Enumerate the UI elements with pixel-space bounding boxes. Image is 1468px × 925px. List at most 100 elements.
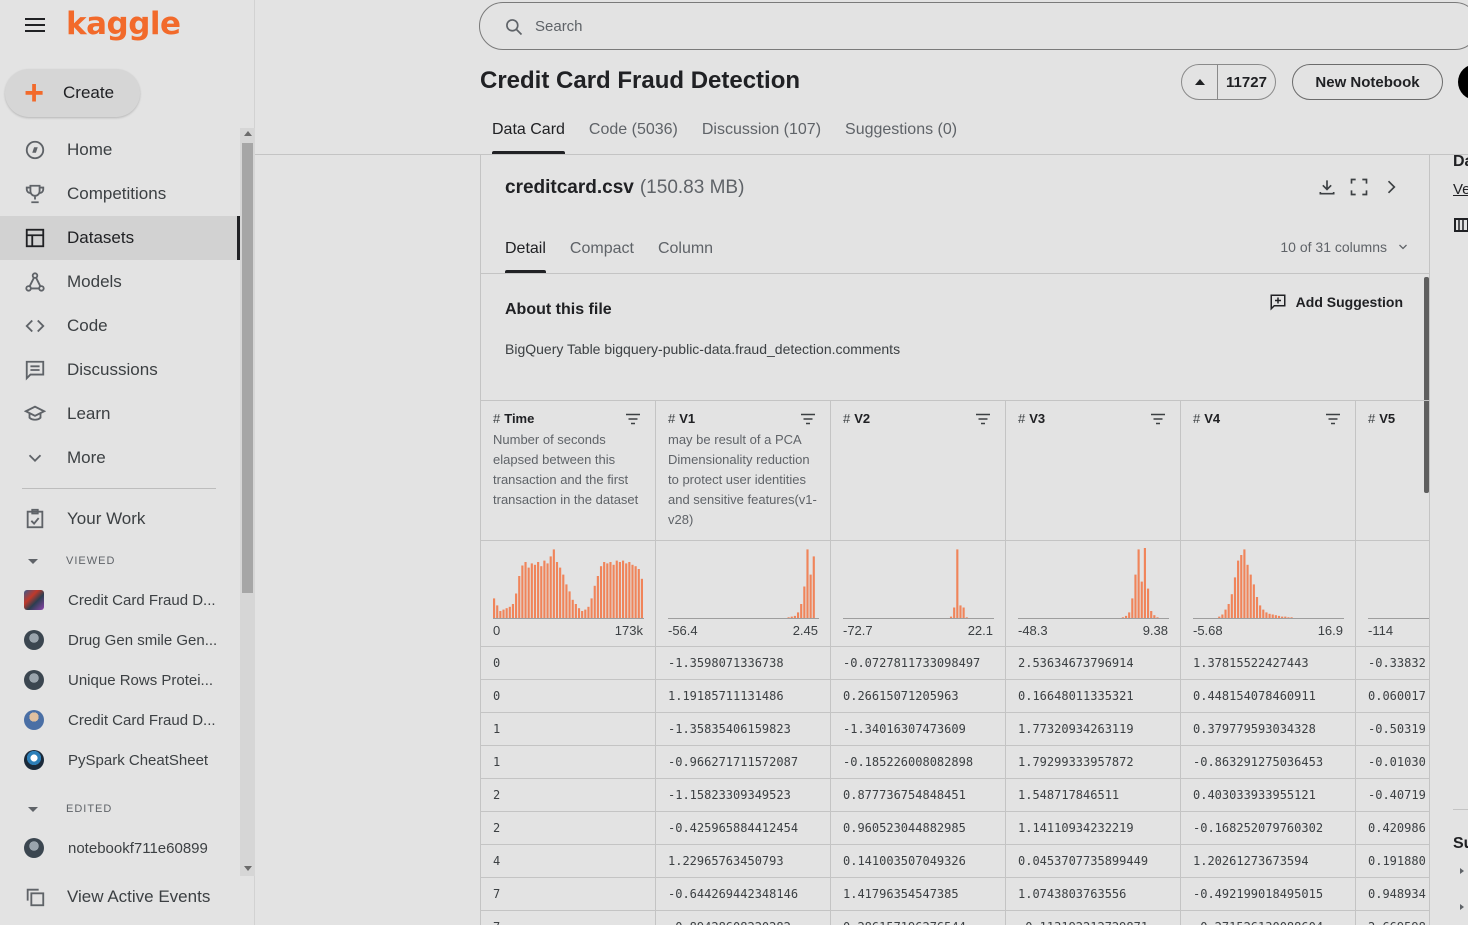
column-header[interactable]: # V1 may be result of a PCA Dimensionality…	[656, 400, 831, 540]
histogram-bar[interactable]	[593, 585, 596, 618]
edited-section-toggle[interactable]: EDITED	[28, 803, 112, 815]
table-cell[interactable]: -0.966271711572087	[656, 746, 831, 779]
histogram-bar[interactable]	[806, 549, 809, 618]
table-cell[interactable]: 4	[481, 845, 656, 878]
histogram-bar[interactable]	[524, 562, 527, 618]
histogram-bar[interactable]	[505, 608, 508, 618]
add-suggestion-button[interactable]: Add Suggestion	[1269, 293, 1403, 311]
histogram-bar[interactable]	[812, 556, 815, 618]
histogram-bar[interactable]	[1233, 577, 1237, 618]
table-cell[interactable]: 1	[481, 746, 656, 779]
histogram-bar[interactable]	[574, 604, 577, 618]
histogram-bar[interactable]	[959, 605, 962, 618]
histogram-bar[interactable]	[543, 560, 546, 618]
histogram-bar[interactable]	[809, 574, 812, 618]
histogram-bar[interactable]	[612, 564, 615, 618]
sidebar-item-models[interactable]: Models	[0, 260, 240, 304]
histogram-bar[interactable]	[1290, 617, 1293, 618]
new-notebook-button[interactable]: New Notebook	[1292, 64, 1443, 100]
histogram-bar[interactable]	[562, 574, 565, 618]
histogram-bar[interactable]	[587, 606, 590, 618]
table-cell[interactable]: -1.15823309349523	[656, 779, 831, 812]
table-cell[interactable]: -0.271526130088604	[1181, 911, 1356, 925]
table-cell[interactable]: 1.0743803763556	[1006, 878, 1181, 911]
table-cell[interactable]: -0.425965884412454	[656, 812, 831, 845]
histogram-bar[interactable]	[599, 566, 603, 618]
histogram-bar[interactable]	[1287, 617, 1290, 618]
table-cell[interactable]: -1.3598071336738	[656, 647, 831, 680]
tab-discussion[interactable]: Discussion (107)	[690, 116, 833, 154]
column-histogram[interactable]: -48.3 9.38	[1006, 540, 1181, 646]
table-cell[interactable]: 0.448154078460911	[1181, 680, 1356, 713]
table-cell[interactable]: 0.141003507049326	[831, 845, 1006, 878]
sidebar-item-home[interactable]: Home	[0, 128, 240, 172]
histogram-bar[interactable]	[1237, 560, 1240, 618]
upvote-count[interactable]: 11727	[1218, 74, 1275, 91]
sidebar-item-learn[interactable]: Learn	[0, 392, 240, 436]
table-cell[interactable]: -0.0727811733098497	[831, 647, 1006, 680]
histogram-bar[interactable]	[546, 563, 549, 618]
table-cell[interactable]: 0.191880	[1356, 845, 1429, 878]
histogram-bar[interactable]	[634, 566, 637, 618]
table-cell[interactable]: 0.379779593034328	[1181, 713, 1356, 746]
sidebar-item-competitions[interactable]: Competitions	[0, 172, 240, 216]
table-cell[interactable]: 1.548717846511	[1006, 779, 1181, 812]
histogram-bar[interactable]	[962, 607, 965, 619]
search-bar[interactable]: Search	[479, 2, 1468, 50]
histogram-bar[interactable]	[949, 616, 953, 618]
histogram-bar[interactable]	[1150, 611, 1153, 618]
histogram-bar[interactable]	[527, 567, 530, 618]
table-cell[interactable]: 0.420986	[1356, 812, 1429, 845]
histogram-bar[interactable]	[1156, 617, 1159, 618]
histogram-bar[interactable]	[1246, 564, 1249, 618]
histogram-bar[interactable]	[502, 609, 505, 618]
sidebar-item-discussions[interactable]: Discussions	[0, 348, 240, 392]
table-cell[interactable]: 1	[481, 713, 656, 746]
histogram-bar[interactable]	[1268, 613, 1271, 618]
histogram-bar[interactable]	[1227, 604, 1230, 618]
histogram-bar[interactable]	[1277, 615, 1281, 618]
histogram-bar[interactable]	[596, 576, 599, 618]
histogram-bar[interactable]	[568, 591, 571, 618]
tab-data-card[interactable]: Data Card	[480, 116, 577, 154]
histogram-bar[interactable]	[796, 612, 800, 618]
table-cell[interactable]: 0.060017	[1356, 680, 1429, 713]
right-panel-link[interactable]: Ve	[1453, 181, 1468, 198]
histogram-bar[interactable]	[621, 560, 625, 618]
table-cell[interactable]: 0.0453707735899449	[1006, 845, 1181, 878]
sidebar-item-datasets[interactable]: Datasets	[0, 216, 240, 260]
recent-item[interactable]: Drug Gen smile Gen...	[0, 620, 240, 660]
table-cell[interactable]: -0.168252079760302	[1181, 812, 1356, 845]
histogram-bar[interactable]	[537, 562, 540, 618]
table-cell[interactable]: 2.53634673796914	[1006, 647, 1181, 680]
histogram-bar[interactable]	[625, 563, 628, 618]
histogram-bar[interactable]	[565, 584, 568, 618]
table-cell[interactable]: 1.19185711131486	[656, 680, 831, 713]
table-cell[interactable]: 2	[481, 812, 656, 845]
menu-icon[interactable]	[25, 18, 45, 34]
histogram-bar[interactable]	[1153, 615, 1156, 618]
table-cell[interactable]: -0.644269442348146	[656, 878, 831, 911]
tab-column[interactable]: Column	[646, 235, 725, 273]
histogram-bar[interactable]	[493, 598, 496, 618]
table-cell[interactable]: -1.34016307473609	[831, 713, 1006, 746]
histogram-bar[interactable]	[1271, 614, 1274, 619]
table-cell[interactable]: 7	[481, 911, 656, 925]
table-cell[interactable]: -0.01030	[1356, 746, 1429, 779]
table-cell[interactable]: 2.669598	[1356, 911, 1429, 925]
histogram-bar[interactable]	[956, 549, 959, 618]
table-cell[interactable]: 0.16648011335321	[1006, 680, 1181, 713]
viewed-section-toggle[interactable]: VIEWED	[28, 555, 115, 567]
histogram-bar[interactable]	[618, 562, 621, 618]
sort-icon[interactable]	[800, 413, 816, 425]
column-header[interactable]: # Time Number of seconds elapsed between t…	[481, 400, 656, 540]
column-histogram[interactable]: -5.68 16.9	[1181, 540, 1356, 646]
download-icon[interactable]	[1317, 177, 1337, 197]
sort-icon[interactable]	[1325, 413, 1341, 425]
sidebar-item-code[interactable]: Code	[0, 304, 240, 348]
column-header[interactable]: # V3	[1006, 400, 1181, 540]
histogram-bar[interactable]	[640, 578, 643, 618]
table-cell[interactable]: -0.113192212729871	[1006, 911, 1181, 925]
histogram-bar[interactable]	[584, 609, 587, 618]
upvote-button[interactable]	[1182, 64, 1218, 100]
